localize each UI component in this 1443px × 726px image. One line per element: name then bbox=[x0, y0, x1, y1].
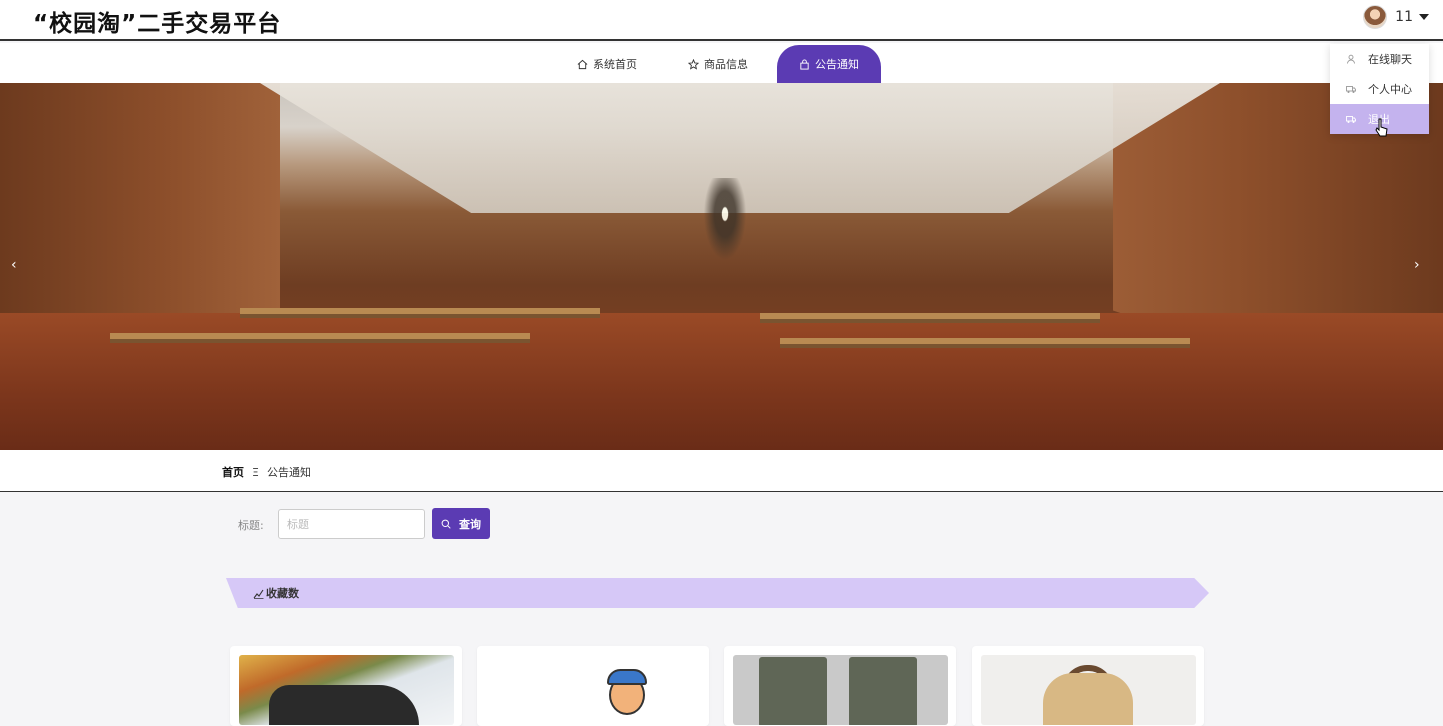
nav-item-notices[interactable]: 公告通知 bbox=[777, 45, 881, 83]
breadcrumb-current: 公告通知 bbox=[266, 466, 311, 479]
product-image bbox=[981, 655, 1196, 725]
sort-by-favorites-bar[interactable]: 收藏数 bbox=[226, 578, 1209, 608]
product-card[interactable] bbox=[230, 646, 462, 726]
user-icon bbox=[1347, 54, 1355, 64]
breadcrumb-home-link[interactable]: 首页 bbox=[222, 464, 244, 480]
bag-icon bbox=[800, 58, 809, 70]
search-label: 标题: bbox=[238, 519, 264, 532]
search-icon bbox=[441, 519, 451, 529]
breadcrumb: 首页 Ξ 公告通知 bbox=[222, 464, 311, 480]
product-image bbox=[486, 655, 701, 725]
mouse-pointer-icon bbox=[1375, 118, 1388, 137]
banner-carousel[interactable]: ‹ › bbox=[0, 83, 1443, 450]
star-icon bbox=[688, 58, 699, 70]
product-card[interactable] bbox=[724, 646, 956, 726]
product-card[interactable] bbox=[972, 646, 1204, 726]
sort-label: 收藏数 bbox=[266, 587, 299, 600]
menu-item-label: 在线聊天 bbox=[1368, 53, 1412, 66]
chart-icon bbox=[253, 589, 264, 599]
caret-down-icon[interactable] bbox=[1419, 14, 1429, 20]
nav-item-label: 系统首页 bbox=[593, 58, 637, 71]
carousel-prev-button[interactable]: ‹ bbox=[11, 257, 17, 273]
product-image bbox=[733, 655, 948, 725]
main-nav: 系统首页 商品信息 公告通知 bbox=[0, 43, 1443, 83]
menu-item-label: 个人中心 bbox=[1368, 83, 1412, 96]
nav-item-label: 商品信息 bbox=[704, 58, 748, 71]
title-search-input[interactable] bbox=[278, 509, 425, 539]
user-menu-toggle[interactable]: 11 bbox=[1363, 4, 1429, 30]
home-icon bbox=[577, 59, 588, 69]
carousel-next-button[interactable]: › bbox=[1414, 257, 1420, 273]
banner-image-desk bbox=[780, 338, 1190, 348]
breadcrumb-bar: 首页 Ξ 公告通知 bbox=[0, 450, 1443, 492]
site-title: “校园淘”二手交易平台 bbox=[33, 11, 282, 37]
breadcrumb-separator: Ξ bbox=[252, 465, 259, 479]
banner-image-desk bbox=[760, 313, 1100, 323]
top-header: “校园淘”二手交易平台 11 bbox=[0, 0, 1443, 41]
search-button[interactable]: 查询 bbox=[432, 508, 490, 539]
truck-icon bbox=[1346, 86, 1356, 93]
avatar[interactable] bbox=[1363, 5, 1388, 29]
search-button-label: 查询 bbox=[459, 517, 481, 531]
username[interactable]: 11 bbox=[1395, 9, 1413, 25]
truck-icon bbox=[1346, 116, 1356, 123]
nav-item-label: 公告通知 bbox=[815, 58, 859, 71]
banner-image-desk bbox=[110, 333, 530, 343]
menu-item-chat[interactable]: 在线聊天 bbox=[1330, 44, 1429, 74]
product-card[interactable] bbox=[477, 646, 709, 726]
menu-item-profile[interactable]: 个人中心 bbox=[1330, 74, 1429, 104]
banner-image-chandelier bbox=[700, 178, 750, 268]
nav-item-home[interactable]: 系统首页 bbox=[577, 45, 637, 83]
banner-image-desk bbox=[240, 308, 600, 318]
product-image bbox=[239, 655, 454, 725]
nav-item-products[interactable]: 商品信息 bbox=[688, 45, 748, 83]
